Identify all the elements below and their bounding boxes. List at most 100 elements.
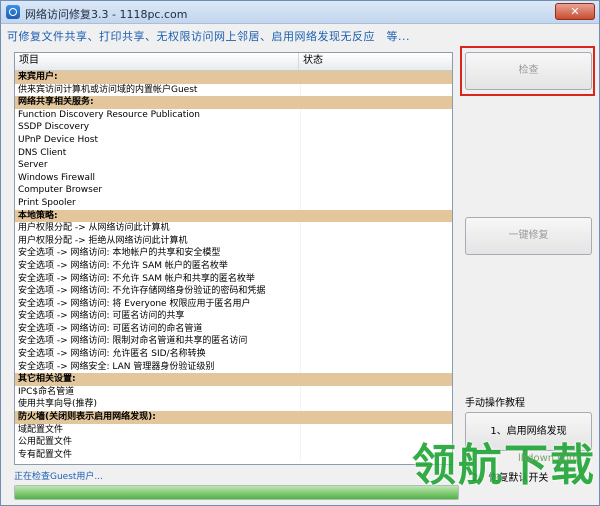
app-window: 网络访问修复3.3 - 1118pc.com ✕ 可修复文件共享、打印共享、无权…: [0, 0, 600, 506]
list-item[interactable]: 使用共享向导(推荐): [15, 398, 452, 412]
column-separator: [300, 83, 301, 97]
list-item[interactable]: 域配置文件: [15, 423, 452, 437]
highlight-box: [460, 46, 595, 96]
column-separator: [300, 146, 301, 160]
list-header: 项目 状态: [15, 53, 452, 71]
list-item-label: 安全选项 -> 网络访问: 不允许 SAM 帐户和共享的匿名枚举: [18, 273, 255, 284]
list-item-label: 安全选项 -> 网络访问: 不允许 SAM 帐户的匿名枚举: [18, 260, 228, 271]
list-item-label: 安全选项 -> 网络安全: LAN 管理器身份验证级别: [18, 361, 215, 372]
watermark-url: lhdown.com: [518, 453, 579, 464]
list-section-header[interactable]: 其它相关设置:: [15, 373, 452, 386]
list-item[interactable]: 安全选项 -> 网络访问: 本地帐户的共享和安全模型: [15, 247, 452, 260]
column-separator: [300, 373, 301, 386]
column-separator: [300, 436, 301, 449]
column-separator: [300, 285, 301, 298]
list-item-label: 网络共享相关服务:: [18, 97, 94, 108]
list-item[interactable]: 用户权限分配 -> 拒绝从网络访问此计算机: [15, 234, 452, 248]
list-item-label: 用户权限分配 -> 从网络访问此计算机: [18, 223, 170, 234]
list-item[interactable]: 供来宾访问计算机或访问域的内置帐户Guest: [15, 83, 452, 97]
list-item[interactable]: 安全选项 -> 网络访问: 不允许 SAM 帐户的匿名枚举: [15, 259, 452, 273]
list-item[interactable]: 安全选项 -> 网络访问: 不允许存储网络身份验证的密码和凭据: [15, 285, 452, 298]
feature-description: 可修复文件共享、打印共享、无权限访问网上邻居、启用网络发现无反应 等...: [7, 30, 410, 43]
list-item-label: 用户权限分配 -> 拒绝从网络访问此计算机: [18, 235, 188, 246]
column-separator: [300, 222, 301, 235]
column-separator: [300, 234, 301, 248]
list-item[interactable]: 专有配置文件: [15, 448, 452, 462]
list-item[interactable]: Server: [15, 159, 452, 172]
list-item[interactable]: 安全选项 -> 网络安全: LAN 管理器身份验证级别: [15, 360, 452, 374]
one-key-repair-button[interactable]: 一键修复: [465, 217, 592, 255]
column-separator: [300, 108, 301, 122]
list-item-label: DNS Client: [18, 147, 67, 158]
list-item-label: 安全选项 -> 网络访问: 将 Everyone 权限应用于匿名用户: [18, 298, 251, 309]
list-item[interactable]: 公用配置文件: [15, 436, 452, 449]
list-item[interactable]: 安全选项 -> 网络访问: 不允许 SAM 帐户和共享的匿名枚举: [15, 272, 452, 286]
list-item[interactable]: 安全选项 -> 网络访问: 将 Everyone 权限应用于匿名用户: [15, 297, 452, 311]
column-header-item[interactable]: 项目: [15, 53, 299, 70]
list-item[interactable]: 安全选项 -> 网络访问: 可匿名访问的命名管道: [15, 322, 452, 336]
list-section-header[interactable]: 网络共享相关服务:: [15, 96, 452, 109]
title-bar[interactable]: 网络访问修复3.3 - 1118pc.com ✕: [1, 1, 599, 24]
list-item-label: 安全选项 -> 网络访问: 本地帐户的共享和安全模型: [18, 248, 221, 259]
manual-tutorial-label: 手动操作教程: [465, 398, 525, 409]
list-item[interactable]: 用户权限分配 -> 从网络访问此计算机: [15, 222, 452, 235]
column-separator: [300, 398, 301, 412]
list-item-label: 供来宾访问计算机或访问域的内置帐户Guest: [18, 84, 198, 95]
column-separator: [300, 121, 301, 134]
list-item[interactable]: Computer Browser: [15, 184, 452, 197]
column-separator: [300, 196, 301, 210]
progress-fill: [15, 486, 458, 499]
list-item-label: 安全选项 -> 网络访问: 允许匿名 SID/名称转换: [18, 349, 206, 360]
list-item-label: Windows Firewall: [18, 172, 95, 183]
column-separator: [300, 335, 301, 349]
list-item[interactable]: 安全选项 -> 网络访问: 允许匿名 SID/名称转换: [15, 348, 452, 361]
column-separator: [300, 247, 301, 260]
list-item-label: Print Spooler: [18, 197, 76, 208]
column-separator: [300, 448, 301, 462]
column-separator: [300, 259, 301, 273]
column-separator: [300, 133, 301, 147]
column-separator: [300, 210, 301, 223]
list-item-label: UPnP Device Host: [18, 134, 98, 145]
status-text: 正在检查Guest用户...: [14, 472, 104, 482]
column-separator: [300, 184, 301, 197]
column-separator: [300, 423, 301, 437]
close-button[interactable]: ✕: [555, 3, 595, 20]
watermark-text: 领航下载: [412, 440, 596, 491]
column-separator: [300, 171, 301, 185]
list-item-label: 来宾用户:: [18, 72, 58, 82]
list-section-header[interactable]: 防火墙(关闭则表示启用网络发现):: [15, 411, 452, 424]
column-separator: [300, 159, 301, 172]
column-separator: [300, 71, 301, 84]
column-separator: [300, 297, 301, 311]
list-item[interactable]: 安全选项 -> 网络访问: 限制对命名管道和共享的匿名访问: [15, 335, 452, 349]
list-item[interactable]: DNS Client: [15, 146, 452, 160]
check-item-list[interactable]: 项目 状态 来宾用户: 供来宾访问计算机或访问域的内置帐户Guest 网络共享相关服…: [14, 52, 453, 465]
list-item[interactable]: Function Discovery Resource Publication: [15, 108, 452, 122]
list-item-label: 本地策略:: [18, 210, 58, 221]
column-header-status[interactable]: 状态: [299, 53, 452, 70]
list-item[interactable]: 安全选项 -> 网络访问: 可匿名访问的共享: [15, 310, 452, 323]
list-item-label: Function Discovery Resource Publication: [18, 109, 200, 120]
list-item[interactable]: SSDP Discovery: [15, 121, 452, 134]
progress-bar: [14, 485, 459, 500]
list-section-header[interactable]: 本地策略:: [15, 209, 452, 223]
watermark: 领航下载: [412, 436, 600, 506]
app-icon: [6, 5, 20, 19]
list-item-label: 安全选项 -> 网络访问: 可匿名访问的命名管道: [18, 323, 203, 334]
list-item[interactable]: Windows Firewall: [15, 171, 452, 185]
column-separator: [300, 360, 301, 374]
list-item[interactable]: IPC$命名管道: [15, 385, 452, 399]
column-separator: [300, 322, 301, 336]
list-item-label: 防火墙(关闭则表示启用网络发现):: [18, 412, 156, 423]
list-section-header[interactable]: 来宾用户:: [15, 71, 452, 84]
column-separator: [300, 310, 301, 323]
list-item[interactable]: Print Spooler: [15, 196, 452, 210]
column-separator: [300, 96, 301, 109]
column-separator: [300, 385, 301, 399]
list-item-label: 专有配置文件: [18, 449, 73, 460]
window-title: 网络访问修复3.3 - 1118pc.com: [25, 8, 188, 21]
list-item[interactable]: UPnP Device Host: [15, 133, 452, 147]
list-item-label: 安全选项 -> 网络访问: 不允许存储网络身份验证的密码和凭据: [18, 286, 266, 297]
list-item-label: 安全选项 -> 网络访问: 限制对命名管道和共享的匿名访问: [18, 336, 248, 347]
